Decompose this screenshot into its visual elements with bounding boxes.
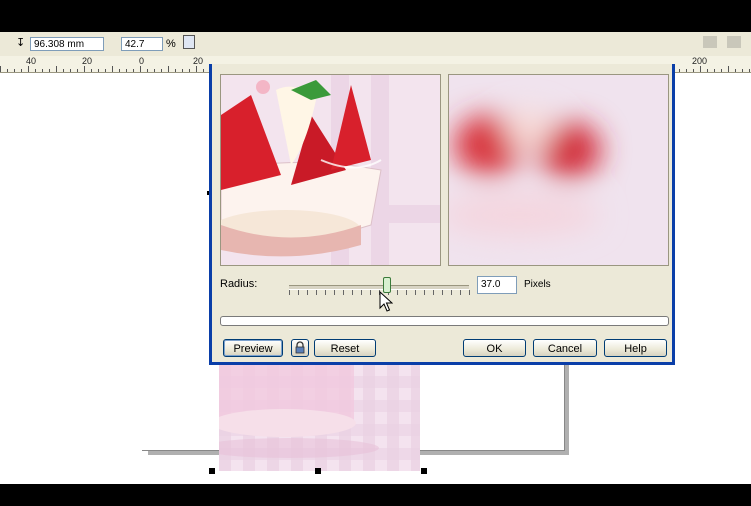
selection-handle[interactable]: [315, 468, 321, 474]
object-height-field[interactable]: 96.308 mm: [30, 37, 104, 51]
ruler-tick: [147, 69, 148, 72]
ruler-tick: [21, 69, 22, 72]
ruler-tick: [182, 69, 183, 72]
lock-icon: [295, 341, 305, 354]
slider-tick: [406, 290, 407, 295]
ruler-tick: [63, 69, 64, 72]
ruler-tick: [189, 69, 190, 72]
slider-tick: [325, 290, 326, 295]
ruler-tick: [700, 66, 701, 72]
toolbar-icon-right-1[interactable]: [703, 36, 717, 48]
ruler-tick: [28, 66, 29, 72]
reset-button[interactable]: Reset: [314, 339, 376, 357]
selection-handle[interactable]: [209, 468, 215, 474]
percent-label: %: [166, 38, 176, 50]
ruler-label: 20: [193, 56, 204, 66]
ruler-tick: [196, 66, 197, 72]
ruler-tick: [728, 66, 729, 72]
ruler-tick: [714, 69, 715, 72]
ruler-label: 0: [139, 56, 145, 66]
ruler-tick: [749, 69, 750, 72]
slider-tick: [415, 290, 416, 295]
gaussian-blur-dialog: Radius: 37.0 Pixels Preview Reset OK Can…: [209, 64, 675, 365]
property-bar: ↧ 96.308 mm 42.7 %: [0, 32, 751, 57]
cancel-button[interactable]: Cancel: [533, 339, 597, 357]
ruler-tick: [679, 69, 680, 72]
ruler-label: 40: [26, 56, 37, 66]
ruler-tick: [70, 69, 71, 72]
ruler-tick: [105, 69, 106, 72]
slider-tick: [469, 290, 470, 295]
lock-preview-button[interactable]: [291, 339, 309, 357]
original-preview[interactable]: [220, 74, 441, 266]
ruler-tick: [707, 69, 708, 72]
slider-tick: [352, 290, 353, 295]
slider-tick: [370, 290, 371, 295]
slider-tick: [307, 290, 308, 295]
ruler-tick: [119, 69, 120, 72]
ruler-tick: [42, 69, 43, 72]
ruler-tick: [98, 69, 99, 72]
preview-button[interactable]: Preview: [223, 339, 283, 357]
arrow-cursor-icon: [379, 291, 393, 312]
ruler-tick: [140, 66, 141, 72]
slider-tick: [460, 290, 461, 295]
slider-tick: [424, 290, 425, 295]
ruler-tick: [161, 69, 162, 72]
ruler-tick: [77, 69, 78, 72]
slider-tick: [316, 290, 317, 295]
selection-handle[interactable]: [421, 468, 427, 474]
ruler-tick: [35, 69, 36, 72]
units-label: Pixels: [524, 279, 551, 290]
ruler-tick: [126, 69, 127, 72]
ruler-tick: [203, 69, 204, 72]
letterbox-bottom: [0, 484, 751, 506]
ruler-tick: [7, 69, 8, 72]
slider-tick: [289, 290, 290, 295]
ruler-tick: [0, 66, 1, 72]
ruler-tick: [49, 69, 50, 72]
ruler-tick: [112, 66, 113, 72]
ruler-label: 20: [82, 56, 93, 66]
ruler-tick: [91, 69, 92, 72]
ruler-tick: [742, 69, 743, 72]
radius-value-input[interactable]: 37.0: [477, 276, 517, 294]
progress-bar: [220, 316, 669, 326]
lock-ratio-icon[interactable]: [183, 35, 195, 49]
ruler-tick: [735, 69, 736, 72]
ruler-tick: [686, 69, 687, 72]
slider-tick: [442, 290, 443, 295]
slider-tick: [397, 290, 398, 295]
application-window: ↧ 96.308 mm 42.7 % 40 20 0 20 200 Radius…: [0, 32, 751, 484]
ruler-tick: [721, 69, 722, 72]
ruler-label: 200: [692, 56, 708, 66]
ruler-tick: [56, 66, 57, 72]
slider-tick: [298, 290, 299, 295]
slider-tick: [334, 290, 335, 295]
ruler-tick: [693, 69, 694, 72]
ruler-tick: [168, 66, 169, 72]
ruler-tick: [175, 69, 176, 72]
scale-field[interactable]: 42.7: [121, 37, 163, 51]
ruler-tick: [14, 69, 15, 72]
slider-tick: [361, 290, 362, 295]
ruler-tick: [133, 69, 134, 72]
slider-tick: [433, 290, 434, 295]
result-preview[interactable]: [448, 74, 669, 266]
letterbox-top: [0, 0, 751, 32]
height-icon: ↧: [16, 37, 26, 49]
ruler-tick: [154, 69, 155, 72]
help-button[interactable]: Help: [604, 339, 667, 357]
ok-button[interactable]: OK: [463, 339, 526, 357]
radius-label: Radius:: [220, 278, 258, 290]
toolbar-icon-right-2[interactable]: [727, 36, 741, 48]
slider-tick: [451, 290, 452, 295]
ruler-tick: [84, 66, 85, 72]
slider-tick: [343, 290, 344, 295]
